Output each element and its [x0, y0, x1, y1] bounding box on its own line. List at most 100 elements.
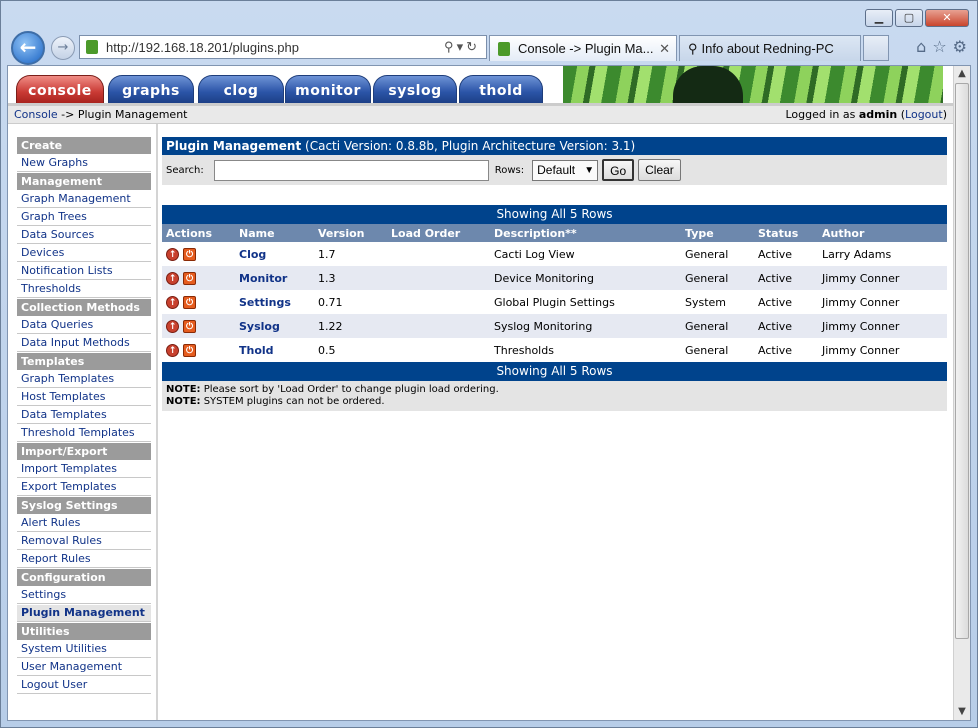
- menu-item-notification-lists[interactable]: Notification Lists: [17, 263, 151, 280]
- nav-tab-console[interactable]: console: [16, 75, 104, 103]
- menu-item-import-templates[interactable]: Import Templates: [17, 461, 151, 478]
- col-load-order[interactable]: Load Order: [387, 224, 490, 242]
- plugin-load-order: [387, 242, 490, 266]
- search-input[interactable]: [213, 159, 489, 181]
- nav-tab-thold[interactable]: thold: [459, 75, 543, 103]
- scroll-up-icon[interactable]: ▲: [954, 66, 970, 82]
- favorites-star-icon[interactable]: ☆: [932, 37, 946, 56]
- scroll-down-icon[interactable]: ▼: [954, 704, 970, 720]
- plugin-name-link[interactable]: Clog: [235, 242, 314, 266]
- address-tools-icon[interactable]: ⚲▾↻: [444, 39, 480, 55]
- disable-icon[interactable]: ⏻: [183, 295, 196, 309]
- menu-item-settings[interactable]: Settings: [17, 587, 151, 604]
- back-button[interactable]: ←: [11, 31, 45, 65]
- page-title: Plugin Management (Cacti Version: 0.8.8b…: [162, 137, 947, 155]
- plugin-author: Jimmy Conner: [818, 314, 947, 338]
- home-icon[interactable]: ⌂: [916, 37, 926, 56]
- uninstall-icon[interactable]: ↑: [166, 295, 179, 309]
- tab-plugin-management[interactable]: Console -> Plugin Ma... ✕: [489, 35, 677, 61]
- menu-item-user-management[interactable]: User Management: [17, 659, 151, 676]
- plugin-name-link[interactable]: Syslog: [235, 314, 314, 338]
- menu-item-devices[interactable]: Devices: [17, 245, 151, 262]
- menu-item-host-templates[interactable]: Host Templates: [17, 389, 151, 406]
- menu-item-data-sources[interactable]: Data Sources: [17, 227, 151, 244]
- address-bar[interactable]: http://192.168.18.201/plugins.php ⚲▾↻: [79, 35, 487, 59]
- close-window-button[interactable]: ✕: [925, 9, 969, 27]
- plugin-author: Jimmy Conner: [818, 290, 947, 314]
- menu-item-graph-templates[interactable]: Graph Templates: [17, 371, 151, 388]
- col-description[interactable]: Description**: [490, 224, 681, 242]
- gear-icon[interactable]: ⚙: [953, 37, 967, 56]
- plugin-name-link[interactable]: Monitor: [235, 266, 314, 290]
- minimize-button[interactable]: ▁: [865, 9, 893, 27]
- cacti-header: console graphs clog monitor syslog thold: [8, 66, 955, 103]
- menu-item-report-rules[interactable]: Report Rules: [17, 551, 151, 568]
- menu-divider: [156, 124, 158, 720]
- uninstall-icon[interactable]: ↑: [166, 271, 179, 285]
- menu-item-graph-trees[interactable]: Graph Trees: [17, 209, 151, 226]
- menu-section-header: Create: [17, 137, 151, 154]
- uninstall-icon[interactable]: ↑: [166, 319, 179, 333]
- clear-button[interactable]: Clear: [638, 159, 681, 181]
- nav-tab-clog[interactable]: clog: [198, 75, 284, 103]
- plugin-name-link[interactable]: Settings: [235, 290, 314, 314]
- col-status[interactable]: Status: [754, 224, 818, 242]
- menu-item-export-templates[interactable]: Export Templates: [17, 479, 151, 496]
- breadcrumb-separator: ->: [57, 108, 78, 121]
- search-label: Search:: [166, 164, 204, 176]
- menu-section-header: Configuration: [17, 569, 151, 586]
- uninstall-icon[interactable]: ↑: [166, 247, 179, 261]
- disable-icon[interactable]: ⏻: [183, 319, 196, 333]
- plugin-author: Jimmy Conner: [818, 266, 947, 290]
- table-row: ↑ ⏻ Thold 0.5 Thresholds General Active Jimmy C…: [162, 338, 947, 362]
- plugins-table: Actions Name Version Load Order Descript…: [162, 224, 947, 362]
- menu-item-data-queries[interactable]: Data Queries: [17, 317, 151, 334]
- vertical-scrollbar[interactable]: ▲ ▼: [953, 66, 970, 720]
- menu-item-removal-rules[interactable]: Removal Rules: [17, 533, 151, 550]
- go-button[interactable]: Go: [602, 159, 635, 181]
- col-type[interactable]: Type: [681, 224, 754, 242]
- rows-select[interactable]: Default ▼: [532, 159, 599, 181]
- plugin-status: Active: [754, 266, 818, 290]
- tab-info-about[interactable]: ⚲ Info about Redning-PC: [679, 35, 861, 61]
- menu-item-thresholds[interactable]: Thresholds: [17, 281, 151, 298]
- menu-item-graph-management[interactable]: Graph Management: [17, 191, 151, 208]
- nav-tab-graphs[interactable]: graphs: [108, 75, 194, 103]
- nav-tab-monitor[interactable]: monitor: [285, 75, 371, 103]
- maximize-button[interactable]: ▢: [895, 9, 923, 27]
- close-tab-icon[interactable]: ✕: [659, 41, 670, 57]
- col-author[interactable]: Author: [818, 224, 947, 242]
- disable-icon[interactable]: ⏻: [183, 343, 196, 357]
- menu-item-data-input-methods[interactable]: Data Input Methods: [17, 335, 151, 352]
- menu-item-data-templates[interactable]: Data Templates: [17, 407, 151, 424]
- disable-icon[interactable]: ⏻: [183, 271, 196, 285]
- col-actions[interactable]: Actions: [162, 224, 235, 242]
- url-text[interactable]: http://192.168.18.201/plugins.php: [106, 40, 299, 55]
- showing-rows-top: Showing All 5 Rows: [162, 205, 947, 224]
- col-name[interactable]: Name: [235, 224, 314, 242]
- disable-icon[interactable]: ⏻: [183, 247, 196, 261]
- menu-item-logout-user[interactable]: Logout User: [17, 677, 151, 694]
- breadcrumb-console-link[interactable]: Console: [14, 108, 58, 121]
- menu-item-plugin-management[interactable]: Plugin Management: [17, 605, 151, 622]
- uninstall-icon[interactable]: ↑: [166, 343, 179, 357]
- plugin-description: Device Monitoring: [490, 266, 681, 290]
- menu-item-system-utilities[interactable]: System Utilities: [17, 641, 151, 658]
- plugin-version: 1.7: [314, 242, 387, 266]
- nav-tab-syslog[interactable]: syslog: [373, 75, 457, 103]
- plugin-description: Syslog Monitoring: [490, 314, 681, 338]
- col-version[interactable]: Version: [314, 224, 387, 242]
- new-tab-button[interactable]: [863, 35, 889, 61]
- plugin-author: Larry Adams: [818, 242, 947, 266]
- menu-item-alert-rules[interactable]: Alert Rules: [17, 515, 151, 532]
- logout-link[interactable]: Logout: [905, 108, 943, 121]
- scrollbar-thumb[interactable]: [955, 83, 969, 639]
- note-text: Please sort by 'Load Order' to change pl…: [200, 384, 499, 395]
- note-line: NOTE: Please sort by 'Load Order' to cha…: [166, 384, 943, 396]
- table-row: ↑ ⏻ Monitor 1.3 Device Monitoring General Acti…: [162, 266, 947, 290]
- menu-item-new-graphs[interactable]: New Graphs: [17, 155, 151, 172]
- showing-rows-bottom: Showing All 5 Rows: [162, 362, 947, 381]
- plugin-name-link[interactable]: Thold: [235, 338, 314, 362]
- menu-item-threshold-templates[interactable]: Threshold Templates: [17, 425, 151, 442]
- forward-button[interactable]: →: [51, 36, 75, 60]
